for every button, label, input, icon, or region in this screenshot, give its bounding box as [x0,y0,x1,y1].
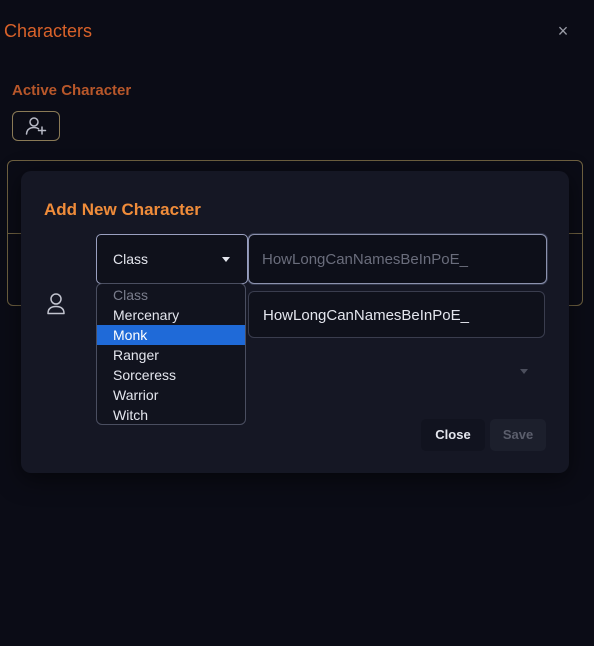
add-character-button[interactable] [12,111,60,141]
dropdown-option-ranger[interactable]: Ranger [97,345,245,365]
user-plus-icon [25,117,47,135]
chevron-down-icon[interactable] [520,369,528,374]
save-button[interactable]: Save [490,419,546,451]
dropdown-option-class[interactable]: Class [97,285,245,305]
dropdown-option-warrior[interactable]: Warrior [97,385,245,405]
class-dropdown-list: Class Mercenary Monk Ranger Sorceress Wa… [96,283,246,425]
close-button[interactable]: Close [421,419,485,451]
character-name-value: HowLongCanNamesBeInPoE_ [263,307,469,324]
window-close-button[interactable]: × [553,21,573,41]
dropdown-option-mercenary[interactable]: Mercenary [97,305,245,325]
active-character-label: Active Character [12,82,132,99]
user-icon [47,293,65,315]
chevron-down-icon [222,257,230,262]
window-title: Characters [4,21,93,41]
dropdown-option-sorceress[interactable]: Sorceress [97,365,245,385]
dropdown-option-witch[interactable]: Witch [97,405,245,424]
character-name-input[interactable] [248,234,547,284]
character-name-field[interactable]: HowLongCanNamesBeInPoE_ [248,291,545,338]
class-select-value: Class [113,251,149,267]
class-select[interactable]: Class [96,234,248,284]
dropdown-option-monk[interactable]: Monk [97,325,245,345]
modal-title: Add New Character [44,200,201,219]
